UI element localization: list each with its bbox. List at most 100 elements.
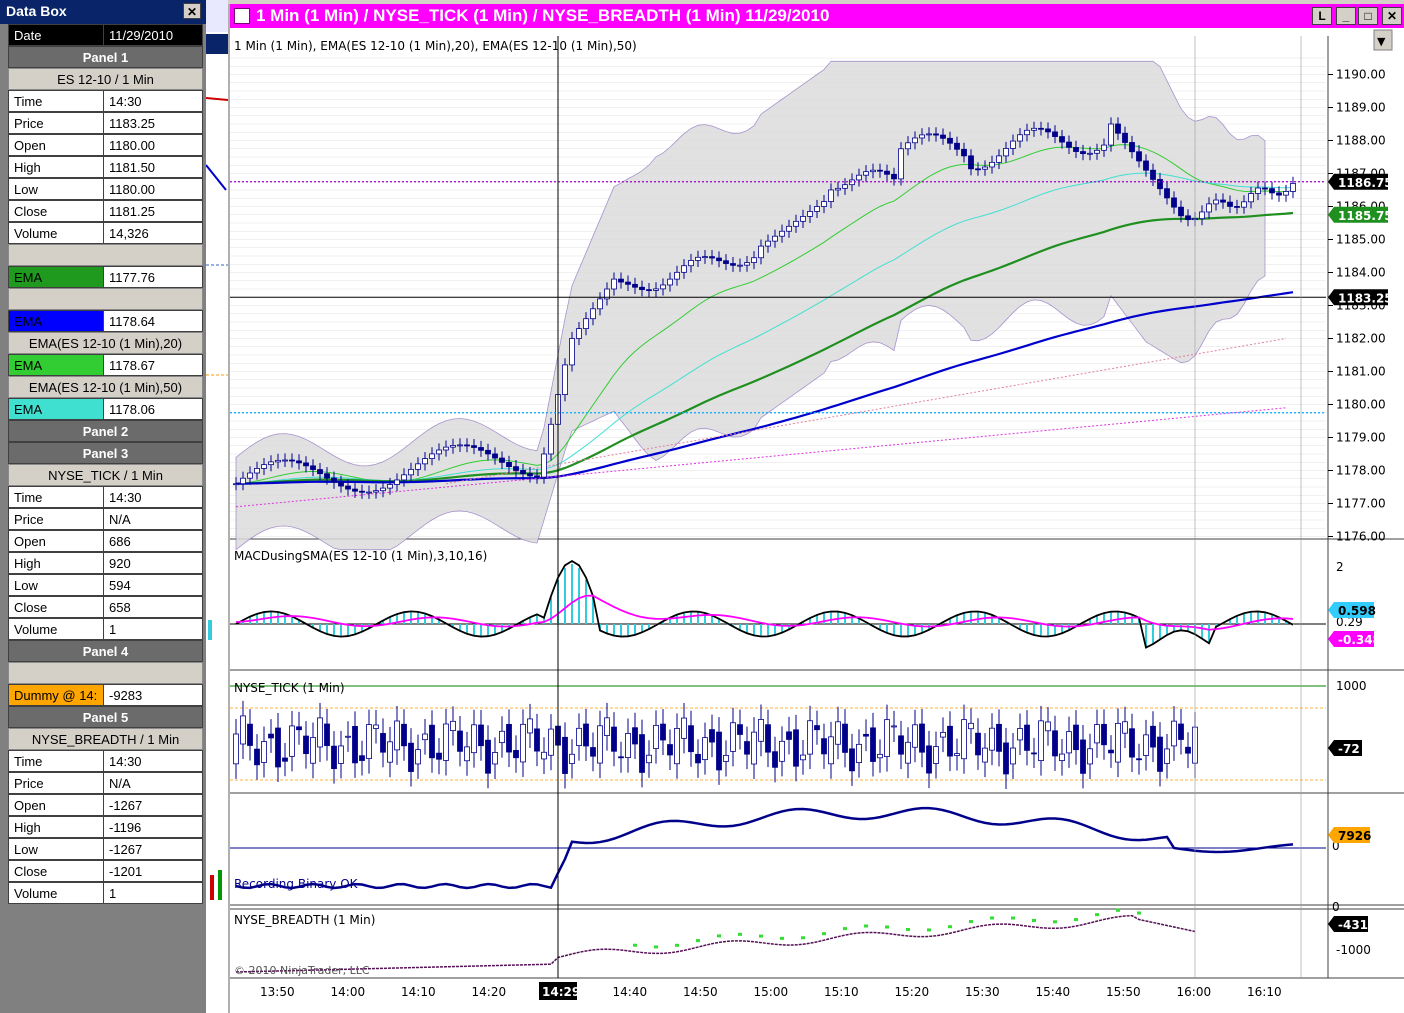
tick-body: [940, 732, 946, 738]
tick-candle: [534, 713, 540, 767]
panel1-label: Close: [8, 200, 104, 222]
tick-candle: [919, 709, 925, 768]
chart-window[interactable]: 1 Min (1 Min) / NYSE_TICK (1 Min) / NYSE…: [228, 4, 1404, 1013]
tick-candle: [870, 712, 876, 777]
date-value: 11/29/2010: [104, 24, 203, 46]
panel1-label: High: [8, 156, 104, 178]
tick-candle: [275, 713, 281, 782]
panel5-rows: Time 14:30 Price N/A Open -1267 High -1196 Low -1…: [8, 750, 203, 904]
tick-body: [646, 754, 652, 764]
tick-body: [366, 724, 372, 759]
chart-titlebar[interactable]: 1 Min (1 Min) / NYSE_TICK (1 Min) / NYSE…: [230, 4, 1404, 28]
tick-body: [1108, 749, 1114, 754]
panel3-value: 686: [104, 530, 203, 552]
panel5-row-low: Low -1267: [8, 838, 203, 860]
lock-button[interactable]: L: [1312, 7, 1332, 25]
tick-candle: [338, 730, 344, 779]
tick-body: [520, 723, 526, 763]
panel3-label: High: [8, 552, 104, 574]
tick-body: [877, 753, 883, 759]
tick-body: [359, 755, 365, 761]
price-tick-label: 1188.00: [1336, 134, 1386, 148]
tick-body: [709, 729, 715, 743]
tick-body: [786, 731, 792, 740]
tick-body: [464, 746, 470, 762]
candle-body: [863, 171, 869, 176]
tick-candle: [513, 735, 519, 773]
candle-body: [275, 459, 281, 463]
tick-candle: [807, 705, 813, 770]
tick-body: [884, 719, 890, 757]
tick-candle: [583, 709, 589, 761]
breadth-tick-label: -1000: [1336, 943, 1371, 957]
tick-body: [275, 727, 281, 768]
tick-candle: [422, 719, 428, 755]
tick-body: [1066, 731, 1072, 754]
candle-body: [233, 483, 239, 486]
tick-body: [1115, 722, 1121, 763]
data-box-close-icon[interactable]: ✕: [183, 3, 201, 19]
candle-body: [254, 468, 260, 474]
candle-body: [569, 338, 575, 366]
tick-candle: [387, 726, 393, 778]
candle-body: [1129, 142, 1135, 153]
minimize-button[interactable]: _: [1336, 7, 1356, 25]
candle-body: [1157, 179, 1163, 190]
ema20-header: EMA(ES 12-10 (1 Min),20): [8, 332, 203, 354]
candle-body: [744, 262, 750, 266]
candle-body: [786, 225, 792, 232]
tick-body: [989, 727, 995, 751]
candle-body: [1185, 215, 1191, 221]
tick-body: [632, 727, 638, 745]
tick-body: [1087, 748, 1093, 765]
tick-body: [268, 733, 274, 739]
tick-candle: [905, 727, 911, 779]
panel3-value: 14:30: [104, 486, 203, 508]
candle-body: [996, 155, 1002, 163]
panel1-label: Price: [8, 112, 104, 134]
tick-body: [548, 728, 554, 756]
candle-body: [562, 364, 568, 395]
tick-body: [996, 723, 1002, 752]
tick-candle: [317, 702, 323, 762]
ema1-value: 1177.76: [104, 266, 203, 288]
candle-body: [1003, 148, 1009, 157]
candle-body: [982, 166, 988, 170]
candle-body: [359, 490, 365, 493]
tick-candle: [506, 709, 512, 768]
price-marker-label: 1185.75: [1338, 209, 1393, 223]
data-box-titlebar[interactable]: Data Box ✕: [0, 0, 206, 24]
tick-candle: [569, 739, 575, 779]
tick-body: [821, 738, 827, 755]
maximize-button[interactable]: □: [1358, 7, 1378, 25]
tick-body: [968, 722, 974, 730]
panel1-row-close: Close 1181.25: [8, 200, 203, 222]
tick-body: [667, 744, 673, 756]
price-tick-label: 1180.00: [1336, 398, 1386, 412]
tick-candle: [352, 711, 358, 778]
close-button[interactable]: ✕: [1382, 7, 1402, 25]
tick-candle: [758, 704, 764, 757]
chart-canvas[interactable]: ▼1190.001189.001188.001187.001186.001185…: [230, 28, 1404, 1013]
time-tick-label: 15:40: [1036, 985, 1071, 999]
tick-candle: [989, 713, 995, 766]
candle-body: [247, 472, 253, 479]
chart-icon: [234, 8, 250, 24]
panel3-row-low: Low 594: [8, 574, 203, 596]
tick-body: [744, 741, 750, 755]
tick-body: [338, 745, 344, 764]
tick-body: [345, 735, 351, 738]
candle-body: [625, 281, 631, 285]
tick-body: [905, 741, 911, 764]
tick-candle: [828, 721, 834, 779]
candle-body: [667, 278, 673, 286]
candle-body: [1108, 123, 1114, 146]
tick-body: [1073, 724, 1079, 751]
tick-candle: [415, 734, 421, 779]
tick-body: [898, 735, 904, 755]
tick-body: [380, 733, 386, 753]
tick-body: [1150, 725, 1156, 748]
candle-body: [366, 491, 372, 494]
tick-body: [387, 741, 393, 763]
tick-candle: [674, 713, 680, 779]
